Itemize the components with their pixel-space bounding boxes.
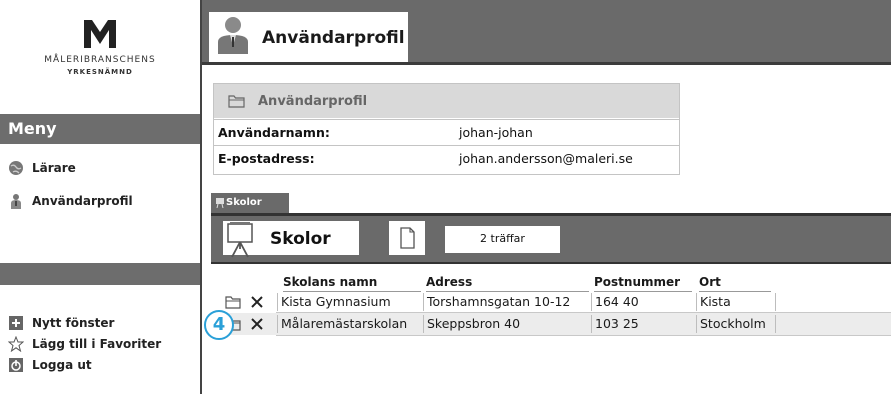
sidebar-item-nytt-fonster[interactable]: Nytt fönster bbox=[8, 315, 114, 331]
easel-icon bbox=[227, 222, 253, 258]
cell-school-name[interactable]: Kista Gymnasium bbox=[277, 293, 423, 311]
schools-title: Skolor bbox=[270, 229, 331, 249]
logo-text-line1: MÅLERIBRANSCHENS bbox=[44, 55, 156, 65]
profile-row-username: Användarnamn: johan-johan bbox=[214, 119, 679, 146]
hits-count-box: 2 träffar bbox=[445, 226, 560, 253]
sidebar-item-anvandarprofil[interactable]: Användarprofil bbox=[8, 193, 133, 209]
cell-address: Skeppsbron 40 bbox=[423, 315, 591, 333]
sidebar-item-label: Lärare bbox=[32, 161, 76, 175]
cell-city: Stockholm bbox=[696, 315, 776, 333]
globe-icon bbox=[9, 161, 23, 175]
logo: MÅLERIBRANSCHENS YRKESNÄMND bbox=[0, 0, 200, 108]
menu-header: Meny bbox=[0, 114, 200, 144]
profile-panel: Användarprofil Användarnamn: johan-johan… bbox=[213, 83, 680, 175]
profile-label: E-postadress: bbox=[218, 151, 315, 166]
cell-zip: 103 25 bbox=[591, 315, 696, 333]
profile-value: johan.andersson@maleri.se bbox=[459, 151, 633, 166]
profile-row-email: E-postadress: johan.andersson@maleri.se bbox=[214, 145, 679, 172]
profile-panel-title: Användarprofil bbox=[258, 94, 368, 109]
sidebar-item-larare[interactable]: Lärare bbox=[8, 160, 76, 176]
callout-number-badge: 4 bbox=[204, 310, 234, 340]
person-icon bbox=[11, 194, 21, 209]
sidebar-divider-bar bbox=[0, 263, 200, 285]
hits-count: 2 träffar bbox=[480, 232, 525, 245]
row-divider bbox=[276, 312, 891, 313]
row-divider bbox=[276, 335, 891, 336]
column-header-name[interactable]: Skolans namn bbox=[283, 275, 421, 292]
header-divider bbox=[202, 62, 891, 65]
column-header-address[interactable]: Adress bbox=[426, 275, 589, 292]
sidebar-item-logga-ut[interactable]: Logga ut bbox=[8, 357, 92, 373]
delete-icon[interactable] bbox=[251, 318, 263, 330]
folder-icon bbox=[228, 95, 245, 108]
cell-zip: 164 40 bbox=[591, 293, 696, 311]
toolbar-divider bbox=[211, 262, 891, 264]
easel-small-icon bbox=[216, 198, 224, 208]
sidebar: MÅLERIBRANSCHENS YRKESNÄMND Meny Lärare … bbox=[0, 0, 200, 394]
profile-label: Användarnamn: bbox=[218, 125, 330, 140]
tab-skolor-label: Skolor bbox=[226, 197, 262, 208]
profile-value: johan-johan bbox=[459, 125, 533, 140]
delete-icon[interactable] bbox=[251, 296, 263, 308]
column-header-city[interactable]: Ort bbox=[699, 275, 771, 292]
column-header-zip[interactable]: Postnummer bbox=[594, 275, 692, 292]
cell-address: Torshamnsgatan 10-12 bbox=[423, 293, 591, 311]
open-folder-icon[interactable] bbox=[225, 295, 242, 309]
menu-title: Meny bbox=[8, 119, 57, 138]
cell-school-name[interactable]: Målaremästarskolan bbox=[277, 315, 423, 333]
new-document-button[interactable] bbox=[389, 221, 425, 255]
power-icon bbox=[9, 358, 23, 372]
logo-text-line2: YRKESNÄMND bbox=[67, 68, 133, 76]
sidebar-item-label: Lägg till i Favoriter bbox=[32, 337, 162, 351]
sidebar-item-label: Nytt fönster bbox=[32, 316, 115, 330]
sidebar-item-favoriter[interactable]: Lägg till i Favoriter bbox=[8, 336, 161, 352]
star-icon bbox=[8, 336, 24, 352]
sidebar-item-label: Logga ut bbox=[32, 358, 92, 372]
logo-mark-icon bbox=[84, 20, 116, 48]
document-icon bbox=[400, 227, 415, 249]
user-profile-icon bbox=[218, 17, 248, 54]
profile-panel-header: Användarprofil bbox=[214, 84, 679, 118]
sidebar-item-label: Användarprofil bbox=[32, 194, 133, 208]
plus-icon bbox=[9, 316, 23, 330]
page-title: Användarprofil bbox=[262, 28, 405, 48]
cell-city: Kista bbox=[696, 293, 776, 311]
